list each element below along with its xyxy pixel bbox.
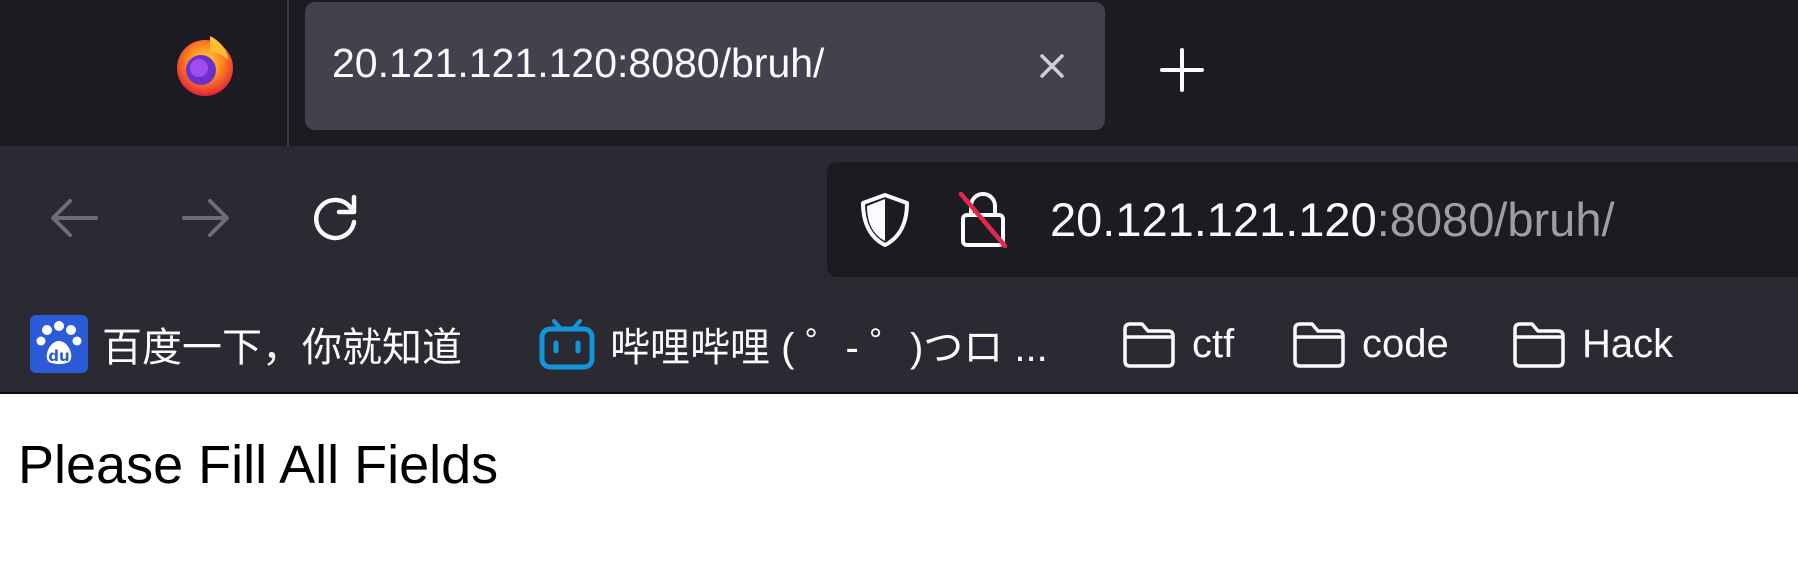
plus-icon[interactable] [1158,46,1206,94]
page-content: Please Fill All Fields [0,394,1798,584]
bookmark-folder-code[interactable]: code [1290,314,1449,374]
firefox-logo-icon[interactable] [170,30,240,100]
bookmark-bilibili[interactable]: 哔哩哔哩 ( ゜- ゜)つロ ... [538,314,1048,374]
arrow-right-icon[interactable] [176,188,236,248]
bookmark-folder-ctf[interactable]: ctf [1120,314,1234,374]
url-text[interactable]: 20.121.121.120:8080/bruh/ [1050,192,1615,247]
folder-icon [1293,322,1345,368]
bookmark-label: 百度一下，你就知道 [102,326,462,370]
bookmark-label: ctf [1192,321,1235,366]
url-host: 20.121.121.120 [1050,193,1377,246]
bookmark-folder-hack[interactable]: Hack [1510,314,1673,374]
bookmark-label: code [1362,321,1449,366]
shield-icon[interactable] [857,190,913,250]
bookmark-baidu[interactable]: du 百度一下，你就知道 [30,314,462,374]
address-bar[interactable]: 20.121.121.120:8080/bruh/ [827,162,1798,277]
reload-icon[interactable] [306,188,366,248]
bookmark-label: 哔哩哔哩 ( ゜- ゜)つロ ... [610,326,1048,370]
arrow-left-icon[interactable] [44,188,104,248]
url-path: :8080/bruh/ [1376,193,1615,246]
tab-strip: 20.121.121.120:8080/bruh/ [0,0,1798,146]
navigation-toolbar: 20.121.121.120:8080/bruh/ [0,146,1798,294]
insecure-lock-icon[interactable] [955,188,1011,250]
folder-icon [1123,322,1175,368]
tab-separator [287,0,289,146]
baidu-paw-icon: du [30,315,88,373]
svg-text:du: du [48,347,69,365]
tab-title: 20.121.121.120:8080/bruh/ [332,40,825,86]
folder-icon [1513,322,1565,368]
tab-active[interactable]: 20.121.121.120:8080/bruh/ [305,2,1105,130]
close-icon[interactable] [1032,46,1072,86]
bookmarks-toolbar: du 百度一下，你就知道 哔哩哔哩 ( ゜- ゜)つロ ... ctf code… [0,294,1798,394]
bilibili-tv-icon [539,319,595,370]
page-message: Please Fill All Fields [18,435,499,495]
bookmark-label: Hack [1582,321,1674,366]
